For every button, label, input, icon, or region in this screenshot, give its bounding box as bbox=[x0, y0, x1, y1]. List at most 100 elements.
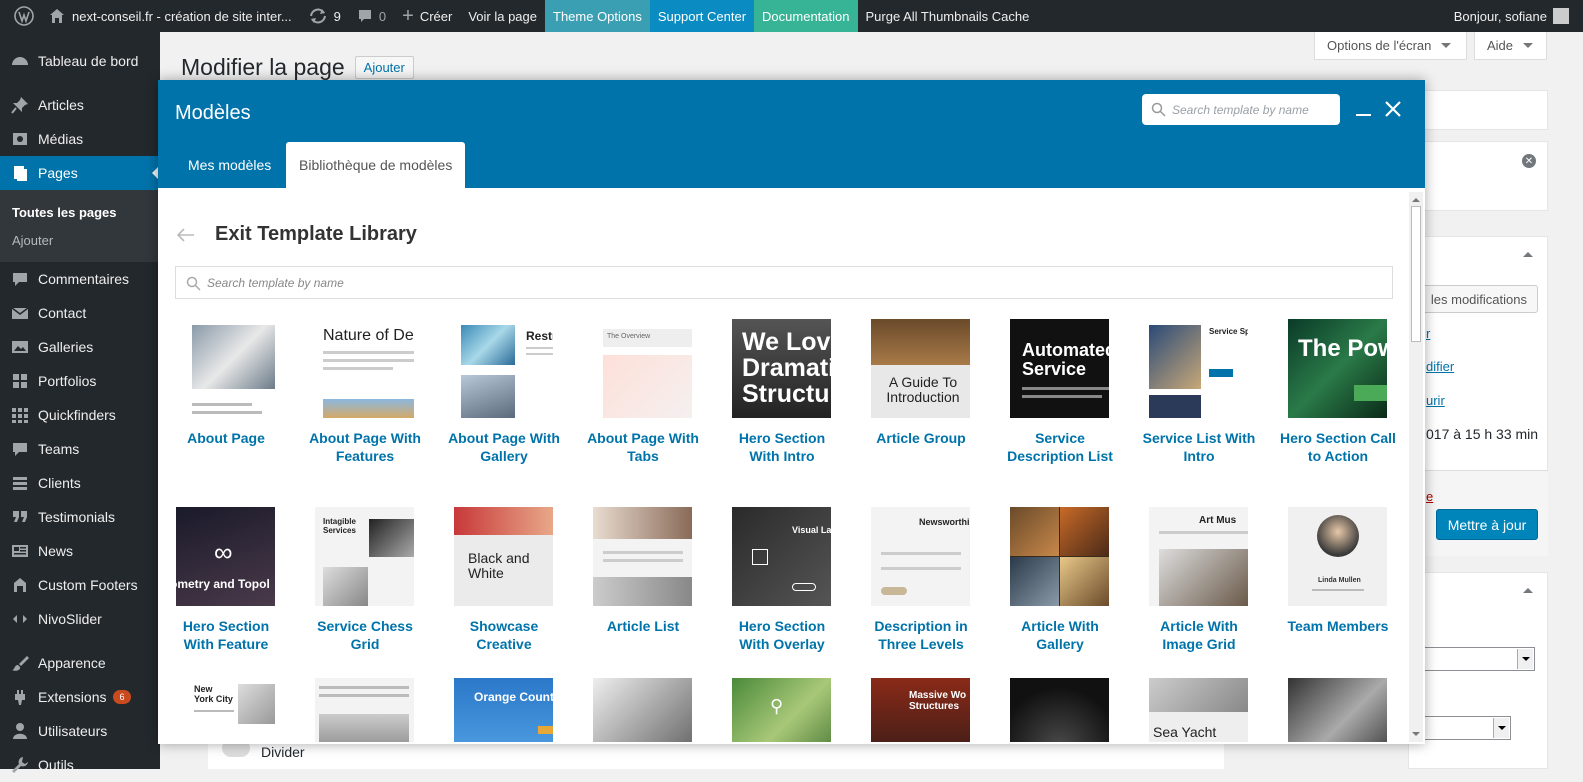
publish-link-2[interactable]: difier bbox=[1426, 359, 1454, 374]
sidebar-item-custom-footers[interactable]: Custom Footers bbox=[0, 568, 160, 602]
modal-scrollbar[interactable] bbox=[1409, 192, 1423, 742]
exit-library-row[interactable]: Exit Template Library bbox=[177, 223, 417, 246]
thumbnail-text: Automated Service bbox=[1022, 340, 1109, 379]
submenu-all-pages[interactable]: Toutes les pages bbox=[0, 198, 160, 226]
template-card-row3-5[interactable]: ⚲ bbox=[722, 678, 842, 742]
search-icon bbox=[186, 276, 201, 291]
sidebar-item-quickfinders[interactable]: Quickfinders bbox=[0, 398, 160, 432]
help-tab[interactable]: Aide bbox=[1474, 32, 1547, 60]
template-card-row3-2[interactable] bbox=[305, 678, 425, 742]
sidebar-item-pages[interactable]: Pages bbox=[0, 156, 160, 190]
collapse-icon[interactable] bbox=[1523, 583, 1533, 593]
thumbnail-text: Service Spec bbox=[1209, 327, 1248, 336]
template-thumbnail bbox=[1288, 678, 1387, 742]
sidebar-item-extensions[interactable]: Extensions 6 bbox=[0, 680, 160, 714]
tab-my-templates[interactable]: Mes modèles bbox=[175, 142, 284, 188]
sidebar-item-clients[interactable]: Clients bbox=[0, 466, 160, 500]
modal-search-input[interactable]: Search template by name bbox=[1142, 94, 1340, 125]
sidebar-item-label: Galleries bbox=[38, 339, 94, 355]
comments-link[interactable]: 0 bbox=[349, 0, 394, 32]
template-label: About Page With Tabs bbox=[587, 430, 699, 464]
exit-library-title: Exit Template Library bbox=[215, 223, 417, 245]
thumbnail-text: Orange Count bbox=[474, 690, 553, 704]
sidebar-item-appearance[interactable]: Apparence bbox=[0, 646, 160, 680]
screen-options-tab[interactable]: Options de l'écran bbox=[1314, 32, 1467, 60]
template-label: Hero Section With Intro bbox=[738, 430, 826, 464]
parent-select[interactable] bbox=[1420, 647, 1535, 671]
user-icon bbox=[10, 721, 30, 741]
save-changes-button[interactable]: les modifications bbox=[1416, 285, 1538, 313]
news-icon bbox=[10, 541, 30, 561]
sidebar-item-label: Contact bbox=[38, 305, 87, 321]
template-card-row3-9[interactable] bbox=[1278, 678, 1398, 742]
sidebar-item-comments[interactable]: Commentaires bbox=[0, 262, 160, 296]
template-thumbnail: Intagible Services bbox=[315, 507, 414, 606]
chevron-down-icon bbox=[1493, 718, 1509, 738]
sidebar-item-portfolios[interactable]: Portfolios bbox=[0, 364, 160, 398]
sidebar-item-teams[interactable]: Teams bbox=[0, 432, 160, 466]
scroll-down-icon[interactable] bbox=[1412, 732, 1420, 740]
template-label: Hero Section With Overlay bbox=[738, 618, 826, 652]
template-thumbnail: Restr bbox=[454, 319, 553, 418]
template-label: Service Chess Grid bbox=[317, 618, 413, 652]
sidebar-item-label: NivoSlider bbox=[38, 611, 102, 627]
add-new-page-button[interactable]: Ajouter bbox=[354, 56, 414, 79]
sidebar-item-nivoslider[interactable]: NivoSlider bbox=[0, 602, 160, 636]
plus-icon: + bbox=[402, 5, 414, 27]
publish-link-1[interactable]: r bbox=[1426, 326, 1430, 341]
sidebar-item-tools[interactable]: Outils bbox=[0, 748, 160, 782]
submenu-add-page[interactable]: Ajouter bbox=[0, 226, 160, 254]
scrollbar-thumb[interactable] bbox=[1411, 206, 1421, 342]
view-page-link[interactable]: Voir la page bbox=[460, 0, 545, 32]
site-name-link[interactable]: next-conseil.fr - création de site inter… bbox=[72, 0, 300, 32]
sidebar-item-medias[interactable]: Médias bbox=[0, 122, 160, 156]
screen-options-label: Options de l'écran bbox=[1327, 38, 1432, 53]
picture-frame-icon bbox=[752, 549, 768, 565]
brush-icon bbox=[10, 653, 30, 673]
sidebar-item-testimonials[interactable]: Testimonials bbox=[0, 500, 160, 534]
support-center-link[interactable]: Support Center bbox=[649, 0, 755, 32]
thumbnail-text: New York City bbox=[194, 684, 233, 704]
publish-link-3[interactable]: urir bbox=[1426, 393, 1445, 408]
collapse-icon[interactable] bbox=[1523, 247, 1533, 257]
trash-link[interactable]: e bbox=[1426, 489, 1433, 504]
sidebar-item-articles[interactable]: Articles bbox=[0, 88, 160, 122]
sidebar-item-news[interactable]: News bbox=[0, 534, 160, 568]
updates-link[interactable]: 9 bbox=[300, 0, 349, 32]
minimize-icon[interactable] bbox=[1356, 114, 1371, 116]
new-content-link[interactable]: + Créer bbox=[394, 0, 460, 32]
template-card-row3-7[interactable] bbox=[1000, 678, 1120, 742]
wordpress-logo-icon[interactable] bbox=[0, 0, 44, 32]
thumbnail-text: The Overview bbox=[607, 333, 651, 340]
greeting-link[interactable]: Bonjour, sofiane bbox=[1446, 0, 1583, 32]
scroll-up-icon[interactable] bbox=[1412, 194, 1420, 202]
sidebar-item-dashboard[interactable]: Tableau de bord bbox=[0, 44, 160, 78]
template-card-row3-6[interactable]: Massive Wo Structures bbox=[861, 678, 981, 742]
search-icon bbox=[1151, 102, 1166, 117]
dismiss-icon[interactable]: ✕ bbox=[1522, 154, 1536, 168]
sidebar-item-contact[interactable]: Contact bbox=[0, 296, 160, 330]
side-notice-box: ✕ bbox=[1408, 141, 1548, 211]
theme-options-link[interactable]: Theme Options bbox=[545, 0, 650, 32]
close-icon[interactable] bbox=[1384, 100, 1402, 118]
sidebar-item-galleries[interactable]: Galleries bbox=[0, 330, 160, 364]
template-card-row3-1[interactable]: New York City bbox=[166, 678, 286, 742]
documentation-link[interactable]: Documentation bbox=[754, 0, 858, 32]
template-card-row3-8[interactable]: Sea Yacht bbox=[1139, 678, 1259, 742]
template-thumbnail: Art Mus bbox=[1149, 507, 1248, 606]
arrow-left-icon[interactable] bbox=[177, 227, 195, 242]
sidebar-item-users[interactable]: Utilisateurs bbox=[0, 714, 160, 748]
media-icon bbox=[10, 129, 30, 149]
template-label: Showcase Creative bbox=[469, 618, 539, 652]
template-card-row3-3[interactable]: Orange Count bbox=[444, 678, 564, 742]
updates-icon bbox=[309, 8, 326, 24]
template-select[interactable] bbox=[1420, 716, 1511, 740]
home-icon[interactable] bbox=[44, 0, 72, 32]
tab-template-library[interactable]: Bibliothèque de modèles bbox=[286, 142, 466, 188]
template-card-row3-4[interactable] bbox=[583, 678, 703, 742]
library-search-input[interactable]: Search template by name bbox=[175, 266, 1393, 299]
update-button[interactable]: Mettre à jour bbox=[1436, 509, 1538, 540]
purge-thumbnails-link[interactable]: Purge All Thumbnails Cache bbox=[858, 0, 1038, 32]
tools-icon bbox=[10, 755, 30, 775]
template-thumbnail bbox=[176, 319, 275, 418]
